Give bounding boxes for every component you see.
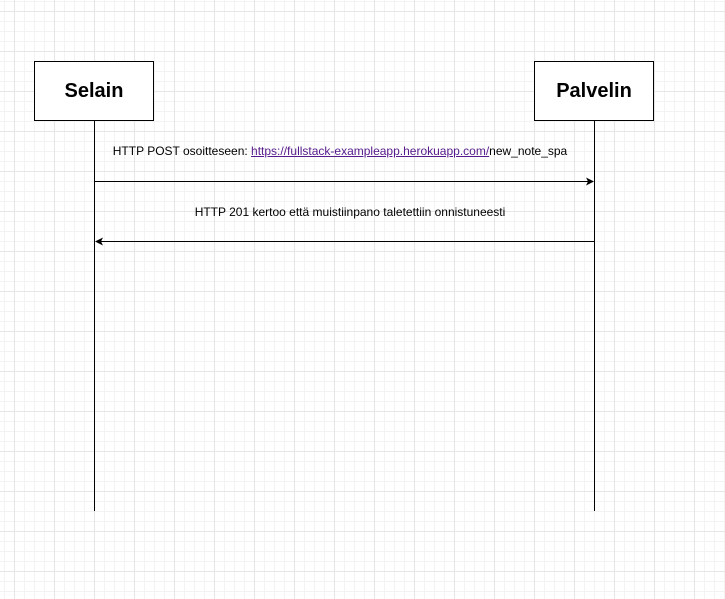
request-prefix: HTTP POST osoitteseen:: [112, 144, 252, 158]
message-response-label: HTTP 201 kertoo että muistiinpano talete…: [194, 205, 506, 219]
message-request-label: HTTP POST osoitteseen: https://fullstack…: [113, 144, 567, 158]
request-link[interactable]: https://fullstack-exampleapp.herokuapp.c…: [251, 144, 489, 158]
arrows: [95, 177, 594, 246]
arrow-response[interactable]: [95, 237, 594, 246]
arrow-request[interactable]: [95, 177, 594, 186]
request-suffix: new_note_spa: [489, 144, 568, 158]
